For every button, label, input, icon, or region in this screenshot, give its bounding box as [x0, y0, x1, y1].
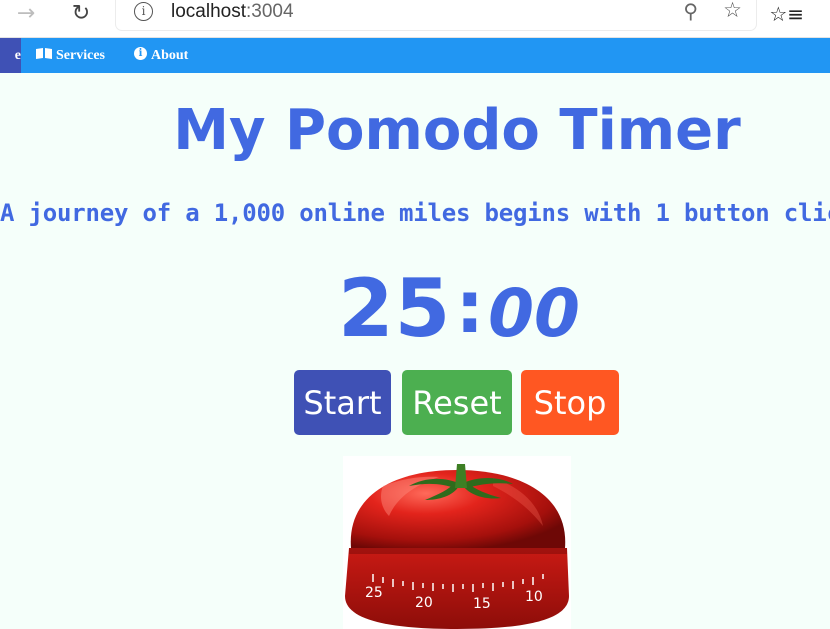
url-port: :3004: [246, 1, 294, 22]
tomato-timer-image: 25 20 15 10: [343, 456, 571, 629]
dial-label-25: 25: [365, 585, 383, 601]
nav-home-link[interactable]: e: [0, 38, 21, 73]
favorites-list-icon[interactable]: ☆≡: [769, 2, 804, 26]
browser-toolbar: → ↻ i localhost:3004 ⚲ ☆ ☆≡: [0, 0, 830, 38]
dial-label-20: 20: [415, 595, 433, 611]
nav-services-link[interactable]: Services: [36, 38, 105, 73]
forward-icon[interactable]: →: [11, 0, 41, 26]
url-text[interactable]: localhost:3004: [171, 1, 294, 23]
nav-home-label: e: [14, 48, 21, 63]
info-circle-icon: i: [134, 47, 147, 61]
nav-services-label: Services: [56, 48, 105, 63]
page-title: My Pomodo Timer: [173, 98, 741, 163]
reload-icon[interactable]: ↻: [66, 0, 96, 26]
timer-display: 25:00: [0, 262, 830, 355]
stop-button[interactable]: Stop: [521, 370, 619, 435]
timer-minutes: 25: [338, 262, 452, 355]
site-navbar: e Services i About: [0, 38, 830, 73]
zoom-out-icon[interactable]: ⚲: [683, 0, 698, 23]
dial-label-10: 10: [525, 589, 543, 605]
tagline: A journey of a 1,000 online miles begins…: [0, 199, 830, 227]
info-icon[interactable]: i: [134, 2, 153, 21]
reset-button[interactable]: Reset: [402, 370, 512, 435]
nav-about-link[interactable]: i About: [134, 38, 188, 73]
book-icon: [36, 48, 52, 60]
address-bar[interactable]: i localhost:3004 ⚲ ☆: [116, 0, 756, 30]
start-button[interactable]: Start: [294, 370, 391, 435]
timer-seconds: 00: [488, 275, 580, 352]
tomato-illustration: 25 20 15 10: [345, 464, 569, 629]
timer-separator: :: [455, 265, 485, 349]
dial-label-15: 15: [473, 596, 491, 612]
url-host: localhost: [171, 1, 246, 22]
favorite-star-icon[interactable]: ☆: [723, 0, 742, 22]
nav-about-label: About: [151, 48, 189, 63]
